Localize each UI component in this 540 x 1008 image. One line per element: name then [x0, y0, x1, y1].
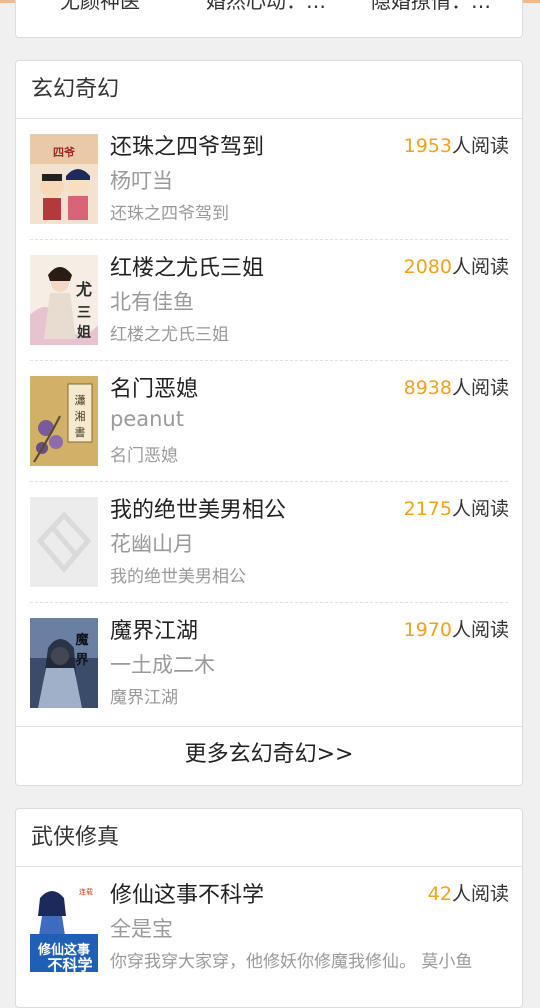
read-count-number: 1953	[403, 135, 452, 157]
read-count: 42人阅读	[428, 879, 509, 906]
section-title: 玄幻奇幻	[16, 61, 522, 119]
book-author: 北有佳鱼	[110, 290, 194, 314]
svg-text:湘: 湘	[75, 409, 86, 423]
book-title[interactable]: 红楼之尤氏三姐	[110, 250, 264, 282]
previous-book-link-2[interactable]: 婚然心动：…	[206, 0, 326, 14]
book-item[interactable]: 四爷 还珠之四爷驾到 杨叮当 还珠之四爷驾到 1953人阅读	[16, 119, 522, 240]
section-title: 武侠修真	[16, 809, 522, 867]
previous-book-link-1[interactable]: 无颜神医	[60, 0, 140, 14]
book-cover[interactable]: 修仙这事 不科学 连载	[30, 882, 98, 972]
read-count-suffix: 人阅读	[451, 135, 509, 157]
svg-text:连载: 连载	[79, 887, 93, 896]
read-count: 1953人阅读	[404, 131, 509, 158]
previous-section-card: 无颜神医 婚然心动：… 隐婚撩情：…	[15, 0, 523, 38]
book-item[interactable]: 我的绝世美男相公 花幽山月 我的绝世美男相公 2175人阅读	[16, 482, 522, 603]
svg-text:瀟: 瀟	[75, 394, 86, 407]
read-count-number: 1970	[403, 619, 452, 641]
svg-text:四爷: 四爷	[53, 145, 76, 159]
book-cover[interactable]: 四爷	[30, 134, 98, 224]
read-count-number: 42	[427, 883, 452, 905]
book-item[interactable]: 魔 界 魔界江湖 一土成二木 魔界江湖 1970人阅读	[16, 603, 522, 724]
svg-text:書: 書	[75, 425, 86, 439]
book-description: 我的绝世美男相公	[110, 567, 246, 587]
svg-text:三: 三	[77, 305, 91, 321]
read-count-suffix: 人阅读	[451, 498, 509, 520]
book-item[interactable]: 瀟 湘 書 名门恶媳 peanut 名门恶媳 8938人阅读	[16, 361, 522, 482]
read-count-suffix: 人阅读	[451, 619, 509, 641]
read-count-number: 2080	[403, 256, 452, 278]
book-author: 花幽山月	[110, 532, 194, 556]
book-author: 全是宝	[110, 917, 173, 941]
xuanhuan-section-card: 玄幻奇幻 四爷 还珠之四爷驾到 杨叮当 还珠之四爷驾到 1953人阅读 尤 三 …	[15, 60, 523, 786]
book-description: 还珠之四爷驾到	[110, 204, 229, 224]
read-count-suffix: 人阅读	[451, 883, 509, 905]
svg-text:魔: 魔	[75, 632, 88, 648]
book-author: 一土成二木	[110, 653, 215, 677]
read-count: 2175人阅读	[404, 494, 509, 521]
svg-text:姐: 姐	[77, 324, 91, 341]
book-description: 魔界江湖	[110, 688, 178, 708]
book-description: 红楼之尤氏三姐	[110, 325, 229, 345]
book-cover[interactable]: 魔 界	[30, 618, 98, 708]
book-title[interactable]: 我的绝世美男相公	[110, 492, 286, 524]
book-item[interactable]: 修仙这事 不科学 连载 修仙这事不科学 全是宝 你穿我穿大家穿，他修妖你修魔我修…	[16, 867, 522, 988]
book-title[interactable]: 名门恶媳	[110, 371, 198, 403]
read-count: 8938人阅读	[404, 373, 509, 400]
book-cover[interactable]: 瀟 湘 書	[30, 376, 98, 466]
book-description: 名门恶媳	[110, 446, 178, 466]
book-title[interactable]: 魔界江湖	[110, 613, 198, 645]
read-count: 1970人阅读	[404, 615, 509, 642]
svg-text:不科学: 不科学	[47, 956, 92, 972]
read-count-suffix: 人阅读	[451, 377, 509, 399]
svg-text:尤: 尤	[76, 280, 92, 299]
book-cover-placeholder-icon[interactable]	[30, 497, 98, 587]
svg-text:界: 界	[75, 652, 88, 668]
book-cover[interactable]: 尤 三 姐	[30, 255, 98, 345]
read-count: 2080人阅读	[404, 252, 509, 279]
previous-book-link-3[interactable]: 隐婚撩情：…	[371, 0, 491, 14]
book-title[interactable]: 修仙这事不科学	[110, 877, 264, 909]
wuxia-section-card: 武侠修真 修仙这事 不科学 连载 修仙这事不科学 全是宝 你穿我穿大家穿，他修妖…	[15, 808, 523, 1008]
book-author: 杨叮当	[110, 169, 173, 193]
read-count-suffix: 人阅读	[451, 256, 509, 278]
read-count-number: 8938	[403, 377, 452, 399]
previous-section-list: 无颜神医 婚然心动：… 隐婚撩情：…	[16, 0, 522, 15]
book-title[interactable]: 还珠之四爷驾到	[110, 129, 264, 161]
read-count-number: 2175	[403, 498, 452, 520]
more-xuanhuan-link[interactable]: 更多玄幻奇幻>>	[16, 726, 522, 785]
book-item[interactable]: 尤 三 姐 红楼之尤氏三姐 北有佳鱼 红楼之尤氏三姐 2080人阅读	[16, 240, 522, 361]
book-author: peanut	[110, 407, 184, 431]
